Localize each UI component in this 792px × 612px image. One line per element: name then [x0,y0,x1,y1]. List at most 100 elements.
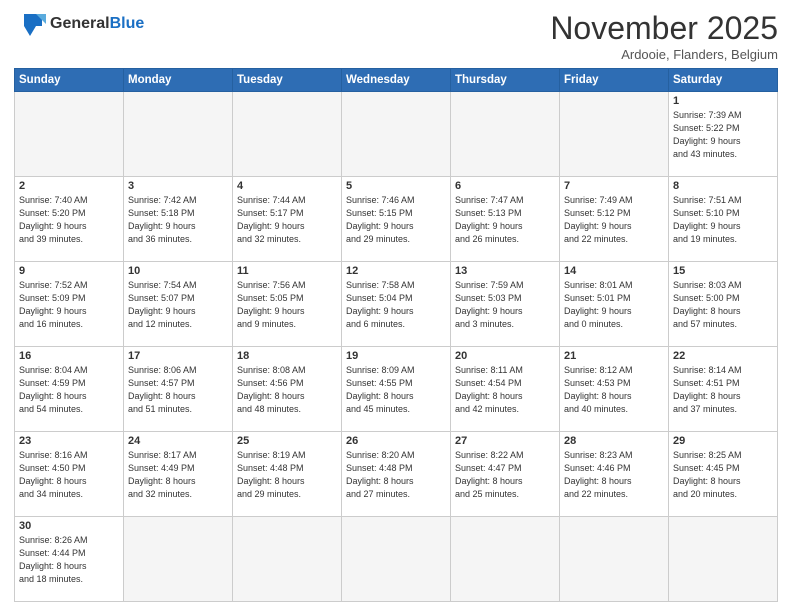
day-number: 6 [455,180,555,192]
day-cell: 21 Sunrise: 8:12 AM Sunset: 4:53 PM Dayli… [560,347,669,432]
day-info: Sunrise: 8:16 AM Sunset: 4:50 PM Dayligh… [19,449,119,501]
day-cell: 28 Sunrise: 8:23 AM Sunset: 4:46 PM Dayli… [560,432,669,517]
col-friday: Friday [560,69,669,92]
week-row-1: 1 Sunrise: 7:39 AM Sunset: 5:22 PM Daylig… [15,92,778,177]
day-info: Sunrise: 8:12 AM Sunset: 4:53 PM Dayligh… [564,364,664,416]
logo-general: General [50,15,110,32]
day-cell: 16 Sunrise: 8:04 AM Sunset: 4:59 PM Dayli… [15,347,124,432]
logo-text: GeneralBlue [50,15,144,33]
day-number: 21 [564,350,664,362]
day-number: 27 [455,435,555,447]
day-number: 22 [673,350,773,362]
day-info: Sunrise: 8:22 AM Sunset: 4:47 PM Dayligh… [455,449,555,501]
day-number: 30 [19,520,119,532]
header-right: November 2025 Ardooie, Flanders, Belgium [550,10,778,62]
day-info: Sunrise: 8:01 AM Sunset: 5:01 PM Dayligh… [564,279,664,331]
day-cell [560,92,669,177]
day-cell [233,517,342,602]
day-number: 26 [346,435,446,447]
day-info: Sunrise: 8:03 AM Sunset: 5:00 PM Dayligh… [673,279,773,331]
calendar-page: GeneralBlue November 2025 Ardooie, Fland… [0,0,792,612]
day-info: Sunrise: 8:19 AM Sunset: 4:48 PM Dayligh… [237,449,337,501]
day-cell [669,517,778,602]
day-cell [451,92,560,177]
day-number: 29 [673,435,773,447]
day-number: 10 [128,265,228,277]
day-cell: 15 Sunrise: 8:03 AM Sunset: 5:00 PM Dayli… [669,262,778,347]
day-info: Sunrise: 7:49 AM Sunset: 5:12 PM Dayligh… [564,194,664,246]
day-cell [233,92,342,177]
day-info: Sunrise: 8:17 AM Sunset: 4:49 PM Dayligh… [128,449,228,501]
day-cell: 7Sunrise: 7:49 AM Sunset: 5:12 PM Daylig… [560,177,669,262]
day-cell: 3Sunrise: 7:42 AM Sunset: 5:18 PM Daylig… [124,177,233,262]
day-info: Sunrise: 8:25 AM Sunset: 4:45 PM Dayligh… [673,449,773,501]
day-number: 4 [237,180,337,192]
day-info: Sunrise: 8:20 AM Sunset: 4:48 PM Dayligh… [346,449,446,501]
day-number: 18 [237,350,337,362]
day-cell [451,517,560,602]
day-cell: 4Sunrise: 7:44 AM Sunset: 5:17 PM Daylig… [233,177,342,262]
day-number: 2 [19,180,119,192]
header: GeneralBlue November 2025 Ardooie, Fland… [14,10,778,62]
day-cell: 29 Sunrise: 8:25 AM Sunset: 4:45 PM Dayli… [669,432,778,517]
logo: GeneralBlue [14,10,144,38]
day-number: 20 [455,350,555,362]
col-tuesday: Tuesday [233,69,342,92]
month-title: November 2025 [550,10,778,47]
day-number: 11 [237,265,337,277]
day-cell: 24Sunrise: 8:17 AM Sunset: 4:49 PM Dayli… [124,432,233,517]
day-number: 16 [19,350,119,362]
day-cell: 30 Sunrise: 8:26 AM Sunset: 4:44 PM Dayli… [15,517,124,602]
day-cell [342,92,451,177]
day-cell: 22Sunrise: 8:14 AM Sunset: 4:51 PM Dayli… [669,347,778,432]
day-number: 13 [455,265,555,277]
week-row-3: 9Sunrise: 7:52 AM Sunset: 5:09 PM Daylig… [15,262,778,347]
logo-blue: Blue [110,15,145,32]
day-cell: 27 Sunrise: 8:22 AM Sunset: 4:47 PM Dayli… [451,432,560,517]
day-cell: 5Sunrise: 7:46 AM Sunset: 5:15 PM Daylig… [342,177,451,262]
day-info: Sunrise: 7:47 AM Sunset: 5:13 PM Dayligh… [455,194,555,246]
day-cell: 8Sunrise: 7:51 AM Sunset: 5:10 PM Daylig… [669,177,778,262]
day-info: Sunrise: 7:46 AM Sunset: 5:15 PM Dayligh… [346,194,446,246]
day-info: Sunrise: 7:52 AM Sunset: 5:09 PM Dayligh… [19,279,119,331]
col-monday: Monday [124,69,233,92]
week-row-5: 23 Sunrise: 8:16 AM Sunset: 4:50 PM Dayli… [15,432,778,517]
day-number: 3 [128,180,228,192]
day-number: 1 [673,95,773,107]
day-number: 23 [19,435,119,447]
day-number: 17 [128,350,228,362]
calendar-table: Sunday Monday Tuesday Wednesday Thursday… [14,68,778,602]
day-info: Sunrise: 8:04 AM Sunset: 4:59 PM Dayligh… [19,364,119,416]
day-cell: 20 Sunrise: 8:11 AM Sunset: 4:54 PM Dayli… [451,347,560,432]
day-info: Sunrise: 7:39 AM Sunset: 5:22 PM Dayligh… [673,109,773,161]
day-cell: 17Sunrise: 8:06 AM Sunset: 4:57 PM Dayli… [124,347,233,432]
col-saturday: Saturday [669,69,778,92]
day-cell: 19Sunrise: 8:09 AM Sunset: 4:55 PM Dayli… [342,347,451,432]
day-number: 15 [673,265,773,277]
day-cell [124,92,233,177]
day-cell: 13 Sunrise: 7:59 AM Sunset: 5:03 PM Dayli… [451,262,560,347]
day-info: Sunrise: 8:23 AM Sunset: 4:46 PM Dayligh… [564,449,664,501]
day-number: 28 [564,435,664,447]
day-cell: 2Sunrise: 7:40 AM Sunset: 5:20 PM Daylig… [15,177,124,262]
day-info: Sunrise: 8:26 AM Sunset: 4:44 PM Dayligh… [19,534,119,586]
day-info: Sunrise: 8:09 AM Sunset: 4:55 PM Dayligh… [346,364,446,416]
col-sunday: Sunday [15,69,124,92]
day-cell: 18 Sunrise: 8:08 AM Sunset: 4:56 PM Dayli… [233,347,342,432]
day-cell: 14 Sunrise: 8:01 AM Sunset: 5:01 PM Dayli… [560,262,669,347]
day-cell: 23 Sunrise: 8:16 AM Sunset: 4:50 PM Dayli… [15,432,124,517]
week-row-2: 2Sunrise: 7:40 AM Sunset: 5:20 PM Daylig… [15,177,778,262]
day-number: 14 [564,265,664,277]
day-info: Sunrise: 7:59 AM Sunset: 5:03 PM Dayligh… [455,279,555,331]
day-cell: 10Sunrise: 7:54 AM Sunset: 5:07 PM Dayli… [124,262,233,347]
day-info: Sunrise: 7:58 AM Sunset: 5:04 PM Dayligh… [346,279,446,331]
day-cell: 12Sunrise: 7:58 AM Sunset: 5:04 PM Dayli… [342,262,451,347]
day-info: Sunrise: 8:11 AM Sunset: 4:54 PM Dayligh… [455,364,555,416]
day-cell: 25Sunrise: 8:19 AM Sunset: 4:48 PM Dayli… [233,432,342,517]
week-row-4: 16 Sunrise: 8:04 AM Sunset: 4:59 PM Dayli… [15,347,778,432]
day-info: Sunrise: 8:08 AM Sunset: 4:56 PM Dayligh… [237,364,337,416]
calendar-header: Sunday Monday Tuesday Wednesday Thursday… [15,69,778,92]
day-info: Sunrise: 7:56 AM Sunset: 5:05 PM Dayligh… [237,279,337,331]
day-cell: 9Sunrise: 7:52 AM Sunset: 5:09 PM Daylig… [15,262,124,347]
logo-icon [14,10,46,38]
